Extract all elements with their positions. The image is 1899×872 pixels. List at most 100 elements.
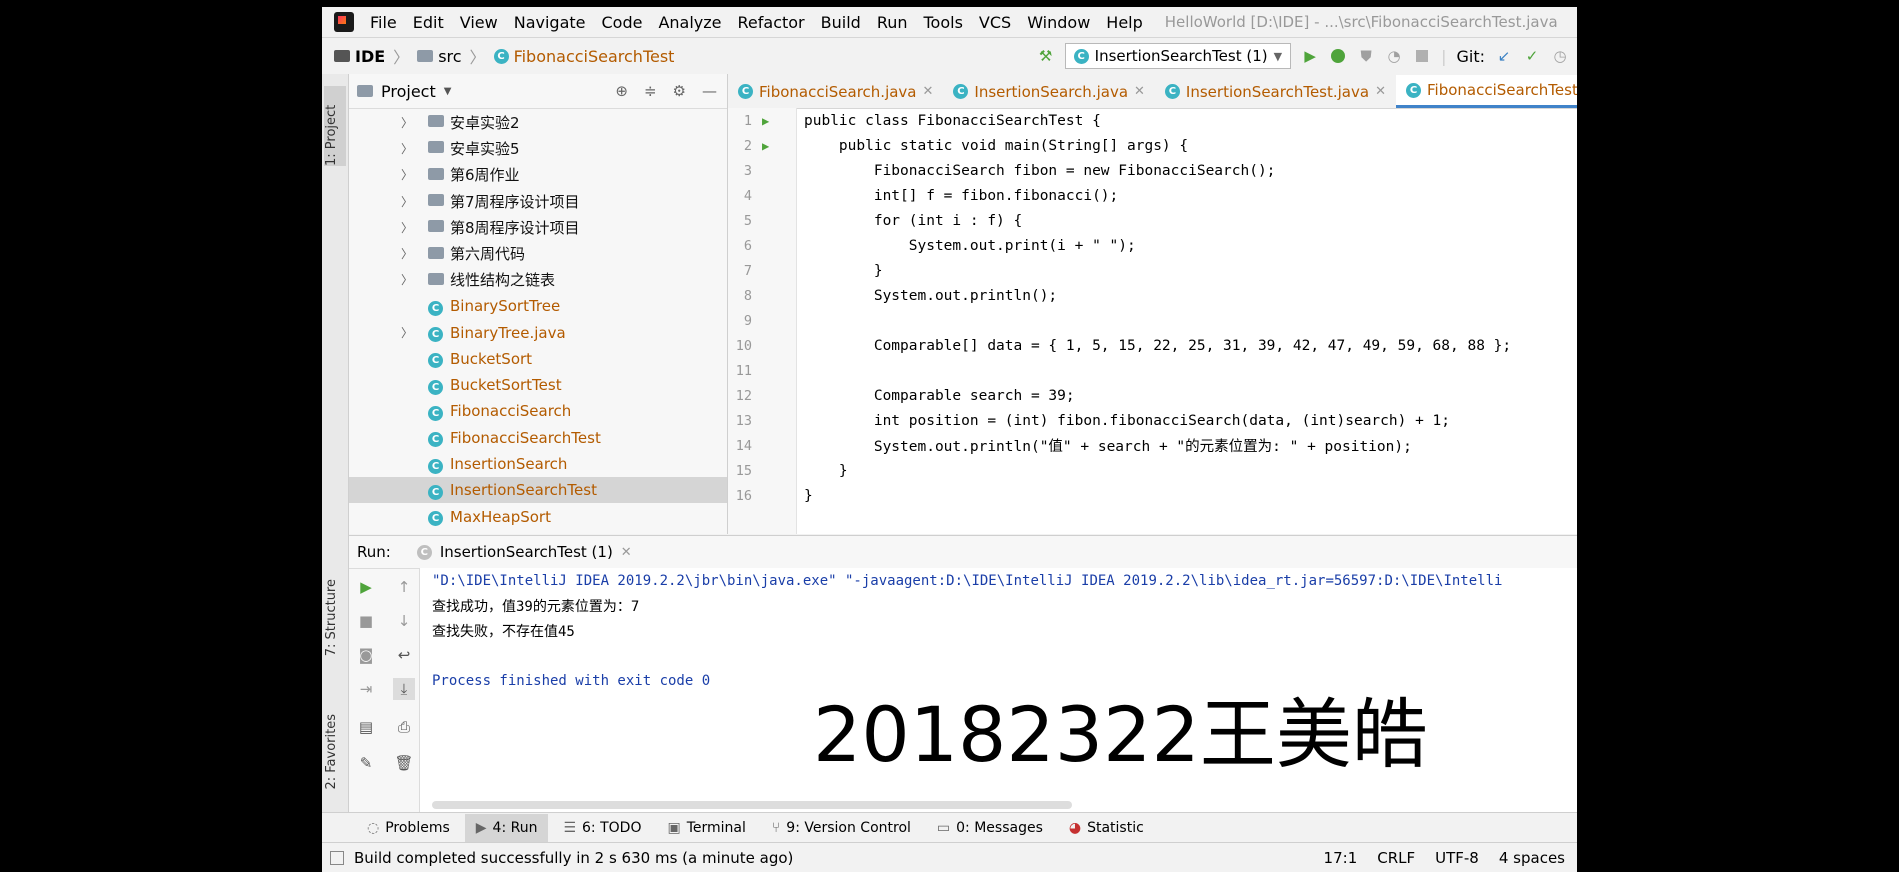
favorites-tool-tab[interactable]: 2: Favorites — [324, 714, 339, 790]
menu-file[interactable]: File — [362, 13, 405, 32]
coverage-icon[interactable]: ⛊ — [1357, 47, 1375, 65]
run-play-icon[interactable]: ▶ — [1301, 47, 1319, 65]
chevron-right-icon[interactable]: 〉 — [401, 114, 413, 131]
editor-tab[interactable]: C InsertionSearch.java ✕ — [943, 75, 1155, 108]
stop-icon[interactable] — [1413, 47, 1431, 65]
git-commit-check-icon[interactable]: ✓ — [1523, 47, 1541, 65]
tree-item[interactable]: C InsertionSearch — [349, 451, 727, 477]
run-gutter-icon[interactable]: ▶ — [762, 139, 769, 153]
tree-item[interactable]: 〉 第六周代码 — [349, 240, 727, 266]
caret-position[interactable]: 17:1 — [1324, 849, 1358, 867]
gear-icon[interactable]: ⚙ — [673, 82, 686, 100]
layout-icon[interactable]: ▤ — [355, 716, 377, 738]
structure-tool-tab[interactable]: 7: Structure — [324, 579, 339, 656]
line-separator[interactable]: CRLF — [1377, 849, 1415, 867]
tree-item[interactable]: C BucketSortTest — [349, 372, 727, 398]
tool-tab-statistic[interactable]: ◕ Statistic — [1058, 814, 1155, 842]
tree-item[interactable]: 〉 C BinaryTree.java — [349, 319, 727, 345]
run-gutter-icon[interactable]: ▶ — [762, 114, 769, 128]
tool-tab-todo[interactable]: ☰ 6: TODO — [552, 814, 652, 842]
exit-icon[interactable]: ⇥ — [355, 678, 377, 700]
hide-minus-icon[interactable]: — — [702, 82, 717, 100]
menu-window[interactable]: Window — [1019, 13, 1098, 32]
menu-help[interactable]: Help — [1098, 13, 1150, 32]
menu-vcs[interactable]: VCS — [971, 13, 1019, 32]
editor-tab[interactable]: CFibonacciSearchTest.java✕ — [1395, 75, 1577, 108]
camera-icon[interactable]: ◙ — [355, 644, 377, 666]
editor-tab[interactable]: C FibonacciSearch.java ✕ — [728, 75, 943, 108]
breadcrumb-file[interactable]: FibonacciSearchTest — [514, 47, 675, 66]
build-hammer-icon[interactable]: ⚒ — [1037, 47, 1055, 65]
project-tool-tab[interactable]: 1: Project — [324, 86, 346, 166]
rerun-play-icon[interactable]: ▶ — [355, 576, 377, 598]
tree-item[interactable]: C BinarySortTree — [349, 293, 727, 319]
debug-bug-icon[interactable] — [1329, 47, 1347, 65]
chevron-right-icon[interactable]: 〉 — [401, 140, 413, 157]
up-arrow-icon[interactable]: ↑ — [393, 576, 415, 598]
run-configuration-select[interactable]: C InsertionSearchTest (1) ▼ — [1064, 43, 1292, 69]
tree-item[interactable]: 〉 第6周作业 — [349, 162, 727, 188]
tree-item[interactable]: 〉 第7周程序设计项目 — [349, 188, 727, 214]
menu-run[interactable]: Run — [869, 13, 916, 32]
tree-item[interactable]: C BucketSort — [349, 346, 727, 372]
menu-tools[interactable]: Tools — [916, 13, 971, 32]
indent-setting[interactable]: 4 spaces — [1499, 849, 1565, 867]
close-icon[interactable]: ✕ — [621, 545, 632, 560]
git-update-icon[interactable]: ↙ — [1495, 47, 1513, 65]
close-icon[interactable]: ✕ — [1375, 84, 1386, 99]
scroll-to-end-icon[interactable]: ⤓ — [393, 678, 415, 700]
class-icon: C — [1164, 84, 1180, 99]
collapse-all-icon[interactable]: ≑ — [644, 82, 657, 100]
git-history-clock-icon[interactable]: ◷ — [1551, 47, 1569, 65]
tool-tab-version-control[interactable]: ⑂ 9: Version Control — [761, 814, 922, 842]
tree-item[interactable]: 〉 第8周程序设计项目 — [349, 214, 727, 240]
tool-tab-label: 9: Version Control — [786, 820, 911, 836]
profile-icon[interactable]: ◔ — [1385, 47, 1403, 65]
soft-wrap-icon[interactable]: ↩ — [393, 644, 415, 666]
chevron-right-icon[interactable]: 〉 — [401, 219, 413, 236]
menu-refactor[interactable]: Refactor — [730, 13, 813, 32]
locate-target-icon[interactable]: ⊕ — [615, 82, 628, 100]
breadcrumb-folder[interactable]: src — [438, 47, 461, 66]
tree-item[interactable]: 〉 安卓实验2 — [349, 109, 727, 135]
chevron-right-icon[interactable]: 〉 — [401, 271, 413, 288]
menu-code[interactable]: Code — [594, 13, 651, 32]
file-encoding[interactable]: UTF-8 — [1435, 849, 1479, 867]
tree-item[interactable]: 〉 线性结构之链表 — [349, 267, 727, 293]
tree-item[interactable]: C MaxHeapSort — [349, 503, 727, 529]
chevron-right-icon[interactable]: 〉 — [401, 324, 413, 341]
run-tab[interactable]: C InsertionSearchTest (1) ✕ — [416, 543, 632, 561]
status-toggle-icon[interactable] — [330, 851, 344, 865]
code-area[interactable]: 1 ▶ public class FibonacciSearchTest {2 ▶ p… — [728, 108, 1577, 508]
tool-tab-messages[interactable]: ▭ 0: Messages — [926, 814, 1054, 842]
menu-view[interactable]: View — [452, 13, 506, 32]
project-panel-title[interactable]: Project — [381, 82, 436, 101]
down-arrow-icon[interactable]: ↓ — [393, 610, 415, 632]
folder-icon — [428, 245, 444, 263]
tree-item[interactable]: 〉 安卓实验5 — [349, 135, 727, 161]
menu-build[interactable]: Build — [813, 13, 869, 32]
tree-item[interactable]: C InsertionSearchTest — [349, 477, 727, 504]
tree-item[interactable]: C FibonacciSearchTest — [349, 425, 727, 451]
chevron-right-icon[interactable]: 〉 — [401, 166, 413, 183]
console-horizontal-scrollbar[interactable] — [432, 801, 1072, 809]
tool-tab-run[interactable]: ▶ 4: Run — [464, 814, 549, 842]
menu-edit[interactable]: Edit — [405, 13, 452, 32]
pin-icon[interactable]: ✎ — [355, 752, 377, 774]
tool-tab-terminal[interactable]: ▣ Terminal — [656, 814, 756, 842]
breadcrumb-project[interactable]: IDE — [355, 47, 385, 66]
status-message[interactable]: Build completed successfully in 2 s 630 … — [354, 849, 793, 867]
stop-icon[interactable]: ■ — [355, 610, 377, 632]
print-icon[interactable]: ⎙ — [393, 716, 415, 738]
menu-analyze[interactable]: Analyze — [650, 13, 729, 32]
menu-navigate[interactable]: Navigate — [506, 13, 594, 32]
close-icon[interactable]: ✕ — [923, 84, 934, 99]
chevron-down-icon[interactable]: ▼ — [444, 86, 452, 97]
close-icon[interactable]: ✕ — [1134, 84, 1145, 99]
editor-tab[interactable]: C InsertionSearchTest.java ✕ — [1155, 75, 1396, 108]
tree-item[interactable]: C FibonacciSearch — [349, 398, 727, 424]
trash-icon[interactable]: 🗑 — [393, 752, 415, 774]
tool-tab-problems[interactable]: ◌ Problems — [356, 814, 461, 842]
chevron-right-icon[interactable]: 〉 — [401, 245, 413, 262]
chevron-right-icon[interactable]: 〉 — [401, 193, 413, 210]
